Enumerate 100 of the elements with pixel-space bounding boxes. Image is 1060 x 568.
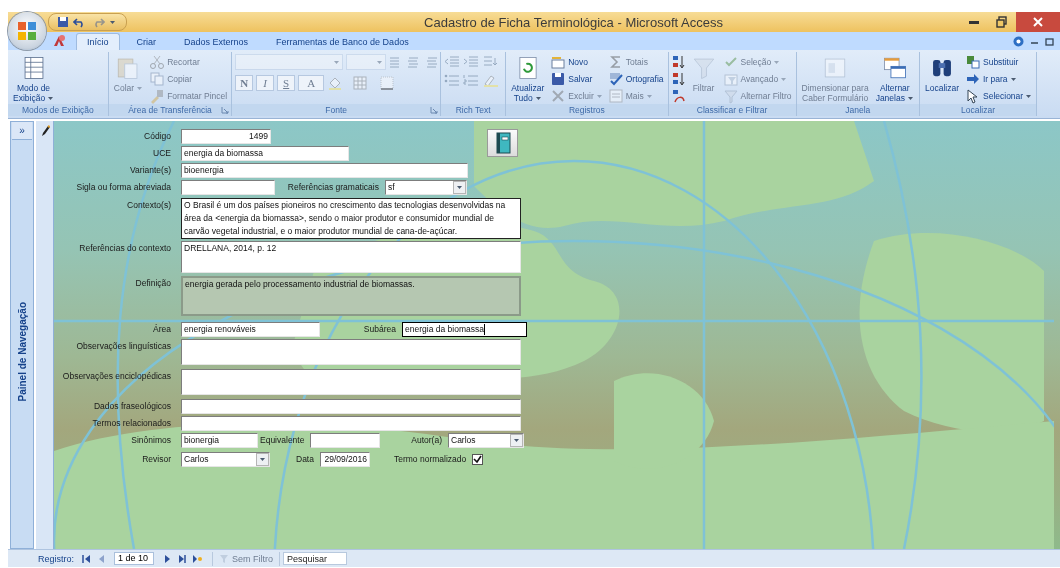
text-cursor <box>483 324 485 335</box>
group-label: Fonte <box>325 105 347 115</box>
field-label: UCE <box>152 147 171 160</box>
ribbon-button[interactable]: Localizar <box>922 54 961 94</box>
ribbon-tab[interactable]: Ferramentas de Banco de Dados <box>265 33 420 50</box>
sort-descending-icon[interactable] <box>671 71 686 87</box>
last-record-icon <box>177 553 187 564</box>
caret-icon <box>773 59 781 65</box>
close-button[interactable] <box>1016 12 1060 32</box>
ribbon-tab[interactable]: Criar <box>125 33 167 50</box>
ribbon-tab[interactable]: Início <box>76 33 120 50</box>
text-field[interactable]: energia da biomassa <box>181 146 349 161</box>
checkbox[interactable] <box>472 454 484 465</box>
restore-icon[interactable] <box>1045 36 1054 46</box>
copy-icon <box>149 71 166 87</box>
caret-icon <box>456 185 463 190</box>
field-label: Subárea <box>362 323 396 336</box>
pane-title[interactable]: Painel de Navegação <box>16 302 28 402</box>
logo-icon <box>16 20 38 42</box>
text-field[interactable]: bionergia <box>181 433 258 448</box>
save-icon[interactable] <box>57 16 69 28</box>
ribbon-button[interactable]: Selecionar <box>964 88 1034 104</box>
new-record-icon <box>192 553 202 564</box>
ribbon-button[interactable]: Alternar Janelas <box>873 54 916 104</box>
text-field[interactable]: 1499 <box>181 129 271 144</box>
dialog-launcher-icon[interactable] <box>221 106 230 114</box>
memo-field[interactable] <box>181 339 521 365</box>
caret-icon <box>595 93 603 99</box>
field-label: Referências gramaticais <box>286 181 379 194</box>
list-icon <box>607 88 624 104</box>
field-label: Equivalente <box>260 434 304 447</box>
next-record-icon <box>162 553 172 564</box>
caret-icon <box>47 96 55 102</box>
group-label: Modos de Exibição <box>22 105 94 115</box>
spelling-check-icon <box>607 71 624 87</box>
memo-field[interactable]: O Brasil é um dos países pioneiros no crescimento das tecnologias desenvolvidas na área da <energia da biomassa>, sendo o maior produtor e consumidor mundial de carvão vegetal industrial, e o maior produtor mundial de cana-de-açúcar. <box>181 198 521 239</box>
combo-box[interactable]: Carlos <box>448 433 524 448</box>
text-field[interactable]: energia da biomassa <box>402 322 527 337</box>
text-field[interactable]: energia renováveis <box>181 322 320 337</box>
expand-button[interactable]: » <box>12 122 32 140</box>
last-record-button[interactable] <box>176 552 188 565</box>
text-field[interactable] <box>181 180 275 195</box>
caret-icon[interactable] <box>109 19 116 25</box>
new-record-button[interactable] <box>191 552 203 565</box>
help-icon[interactable] <box>1013 35 1024 47</box>
ribbon-button[interactable]: Atualizar Tudo <box>509 54 547 104</box>
logo-icon[interactable] <box>52 34 66 48</box>
arrow-icon <box>965 71 981 87</box>
notebook-button[interactable] <box>487 129 518 157</box>
save-icon <box>550 71 567 87</box>
notebook-icon <box>494 132 511 154</box>
dropdown-button[interactable] <box>453 181 466 194</box>
window-title: Cadastro de Ficha Terminológica - Microsoft Access <box>423 14 724 30</box>
field-label: Data <box>296 453 314 466</box>
text-field[interactable]: bioenergia <box>181 163 468 178</box>
field-label: Autor(a) <box>410 434 442 447</box>
x-mark-icon <box>550 88 567 104</box>
ribbon-button[interactable]: Ir para <box>964 71 1034 87</box>
caret-icon <box>376 59 384 65</box>
field-label: Referências do contexto <box>78 242 171 255</box>
record-number-field[interactable]: 1 de 10 <box>114 552 154 565</box>
field-label: Sinônimos <box>130 434 171 447</box>
field-label: Código <box>143 130 171 143</box>
ribbon-button[interactable]: Novo <box>549 54 604 70</box>
text-field[interactable] <box>181 416 521 431</box>
group-label: Classificar e Filtrar <box>696 105 768 115</box>
dropdown-button[interactable] <box>510 434 523 447</box>
restore-icon <box>996 16 1008 28</box>
memo-field[interactable]: DRELLANA, 2014, p. 12 <box>181 241 521 273</box>
memo-field[interactable]: energia gerada pelo processamento industrial de biomassas. <box>181 276 521 316</box>
caret-icon <box>780 76 788 82</box>
memo-field[interactable] <box>181 369 521 395</box>
first-record-button[interactable] <box>80 552 92 565</box>
dropdown-button[interactable] <box>256 453 269 466</box>
group-label: Registros <box>568 105 605 115</box>
ribbon-button[interactable]: Substituir <box>964 54 1034 70</box>
funnel-icon <box>219 553 229 564</box>
close-icon <box>1032 16 1044 28</box>
ribbon-tab[interactable]: Dados Externos <box>173 33 260 50</box>
dialog-launcher-icon[interactable] <box>430 106 439 114</box>
ribbon-button[interactable]: Salvar <box>549 71 604 87</box>
clear-sort-icon[interactable] <box>671 88 686 104</box>
search-field[interactable]: Pesquisar <box>283 552 348 565</box>
field-label: Área <box>152 323 171 336</box>
windows-icon <box>881 55 908 81</box>
caret-icon <box>1025 93 1033 99</box>
sort-ascending-icon[interactable] <box>671 54 686 70</box>
caret-icon <box>645 93 653 99</box>
combo-box[interactable]: sf <box>385 180 467 195</box>
ribbon-button[interactable]: Modo de Exibição <box>11 54 57 104</box>
text-field[interactable] <box>310 433 380 448</box>
font-size-field[interactable] <box>346 54 387 70</box>
text-field[interactable] <box>181 399 521 414</box>
field-label: Termo normalizado <box>393 453 467 466</box>
ribbon-button[interactable]: Ortografia <box>606 71 665 87</box>
record-label: Registro: <box>38 553 74 564</box>
scissors-icon <box>149 54 166 70</box>
combo-box[interactable]: Carlos <box>181 452 270 467</box>
date-field[interactable]: 29/09/2016 <box>319 452 370 467</box>
caret-icon <box>906 96 914 102</box>
